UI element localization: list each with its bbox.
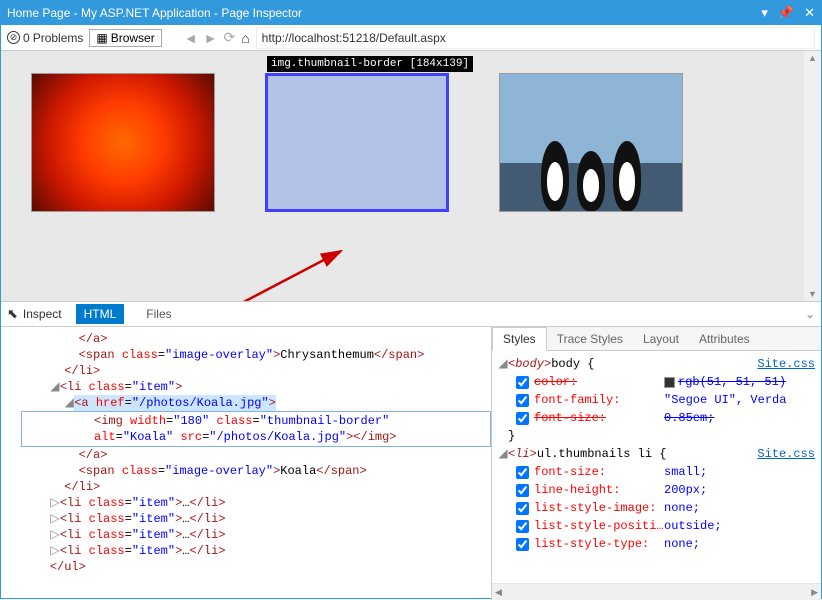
scroll-right-icon[interactable]: ▶ <box>811 587 818 598</box>
nav-refresh-icon[interactable]: ⟳ <box>223 29 235 46</box>
css-rule-selector[interactable]: ◢<body> body { Site.css <box>498 355 815 373</box>
dom-line[interactable]: ▷<li class="item">…</li> <box>21 495 491 511</box>
dom-tree-panel[interactable]: </a> <span class="image-overlay">Chrysan… <box>1 327 491 600</box>
css-property[interactable]: list-style-type:none; <box>498 535 815 553</box>
property-checkbox[interactable] <box>516 538 529 551</box>
dom-line[interactable]: </a> <box>21 447 491 463</box>
tree-expand-icon[interactable]: ▷ <box>50 543 60 559</box>
dom-line[interactable]: <span class="image-overlay">Chrysanthemu… <box>21 347 491 363</box>
nav-home-icon[interactable]: ⌂ <box>241 30 249 46</box>
inspect-icon: ⬉ <box>7 306 18 322</box>
tab-styles[interactable]: Styles <box>492 327 547 351</box>
property-checkbox[interactable] <box>516 412 529 425</box>
tab-trace-styles[interactable]: Trace Styles <box>547 328 633 350</box>
css-rule-close: } <box>498 427 815 445</box>
url-input[interactable] <box>258 29 813 47</box>
tree-collapse-icon[interactable]: ◢ <box>64 395 74 411</box>
scroll-left-icon[interactable]: ◀ <box>495 587 502 598</box>
dom-line[interactable]: </ul> <box>21 559 491 575</box>
dom-line[interactable]: </a> <box>21 331 491 347</box>
tree-expand-icon[interactable]: ▷ <box>50 511 60 527</box>
inspector-toolbar: ⬉ Inspect HTML Files ⌄ <box>1 301 821 327</box>
toolbar: ⊘ 0 Problems ▦ Browser ◄ ► ⟳ ⌂ <box>1 25 821 51</box>
dom-line[interactable]: <span class="image-overlay">Koala</span> <box>21 463 491 479</box>
tab-layout[interactable]: Layout <box>633 328 689 350</box>
color-swatch <box>664 377 675 388</box>
css-source-link[interactable]: Site.css <box>757 445 815 463</box>
browser-icon: ▦ <box>96 31 107 45</box>
problems-count: 0 <box>23 31 30 45</box>
browser-label: Browser <box>111 31 155 45</box>
dom-line[interactable]: ▷<li class="item">…</li> <box>21 527 491 543</box>
nav-back-icon[interactable]: ◄ <box>184 30 198 46</box>
styles-body[interactable]: ◢<body> body { Site.css color:rgb(51, 51… <box>492 351 821 583</box>
dropdown-icon[interactable]: ▾ <box>761 5 768 21</box>
css-rule-selector[interactable]: ◢<li> ul.thumbnails li { Site.css <box>498 445 815 463</box>
property-checkbox[interactable] <box>516 484 529 497</box>
thumbnail-penguins[interactable] <box>499 73 683 212</box>
property-checkbox[interactable] <box>516 376 529 389</box>
css-property[interactable]: list-style-image:none; <box>498 499 815 517</box>
dom-line-selected[interactable]: <img width="180" class="thumbnail-border… <box>21 411 491 447</box>
preview-scrollbar[interactable]: ▲ ▼ <box>804 51 821 301</box>
property-checkbox[interactable] <box>516 520 529 533</box>
css-property[interactable]: line-height:200px; <box>498 481 815 499</box>
property-checkbox[interactable] <box>516 394 529 407</box>
css-source-link[interactable]: Site.css <box>757 355 815 373</box>
dom-line[interactable]: ▷<li class="item">…</li> <box>21 511 491 527</box>
problems-indicator[interactable]: ⊘ 0 Problems <box>7 31 83 45</box>
css-property[interactable]: list-style-positi…outside; <box>498 517 815 535</box>
window-title: Home Page - My ASP.NET Application - Pag… <box>7 6 761 20</box>
dom-line[interactable]: </li> <box>21 363 491 379</box>
property-checkbox[interactable] <box>516 466 529 479</box>
scroll-down-icon[interactable]: ▼ <box>808 289 817 299</box>
tree-expand-icon[interactable]: ▷ <box>50 527 60 543</box>
scroll-up-icon[interactable]: ▲ <box>808 53 817 63</box>
styles-scrollbar-h[interactable]: ◀▶ <box>492 583 821 600</box>
tab-attributes[interactable]: Attributes <box>689 328 760 350</box>
thumbnail-koala-selected[interactable]: img.thumbnail-border [184x139] <box>265 73 449 212</box>
styles-tabs: Styles Trace Styles Layout Attributes <box>492 327 821 351</box>
tree-expand-icon[interactable]: ▷ <box>50 495 60 511</box>
tree-collapse-icon[interactable]: ◢ <box>498 445 508 463</box>
browser-preview: img.thumbnail-border [184x139] ▲ ▼ <box>1 51 821 301</box>
window-controls: ▾ 📌 ✕ <box>761 5 815 21</box>
dom-line[interactable]: ▷<li class="item">…</li> <box>21 543 491 559</box>
chevron-down-icon[interactable]: ⌄ <box>805 307 815 321</box>
css-property[interactable]: font-size:small; <box>498 463 815 481</box>
dom-line[interactable]: ◢<a href="/photos/Koala.jpg"> <box>21 395 491 411</box>
tree-collapse-icon[interactable]: ◢ <box>498 355 508 373</box>
titlebar: Home Page - My ASP.NET Application - Pag… <box>1 1 821 25</box>
url-bar <box>256 27 815 49</box>
browser-button[interactable]: ▦ Browser <box>89 29 161 47</box>
inspect-button[interactable]: ⬉ Inspect <box>7 306 62 322</box>
inspector-panels: </a> <span class="image-overlay">Chrysan… <box>1 327 821 600</box>
css-property[interactable]: color:rgb(51, 51, 51) <box>498 373 815 391</box>
annotation-arrow <box>231 246 381 301</box>
styles-panel: Styles Trace Styles Layout Attributes ◢<… <box>491 327 821 600</box>
problems-icon: ⊘ <box>7 31 20 44</box>
nav-forward-icon[interactable]: ► <box>204 30 218 46</box>
property-checkbox[interactable] <box>516 502 529 515</box>
tab-html[interactable]: HTML <box>76 304 125 324</box>
css-property[interactable]: font-size:0.85em; <box>498 409 815 427</box>
dom-line[interactable]: </li> <box>21 479 491 495</box>
pin-icon[interactable]: 📌 <box>778 5 794 21</box>
close-icon[interactable]: ✕ <box>804 5 815 21</box>
thumbnail-chrysanthemum[interactable] <box>31 73 215 212</box>
tab-files[interactable]: Files <box>138 304 179 324</box>
dom-line[interactable]: ◢<li class="item"> <box>21 379 491 395</box>
inspect-label: Inspect <box>23 307 62 321</box>
css-property[interactable]: font-family:"Segoe UI", Verda <box>498 391 815 409</box>
problems-label: Problems <box>33 31 84 45</box>
tree-collapse-icon[interactable]: ◢ <box>50 379 60 395</box>
inspector-hover-label: img.thumbnail-border [184x139] <box>267 56 473 72</box>
